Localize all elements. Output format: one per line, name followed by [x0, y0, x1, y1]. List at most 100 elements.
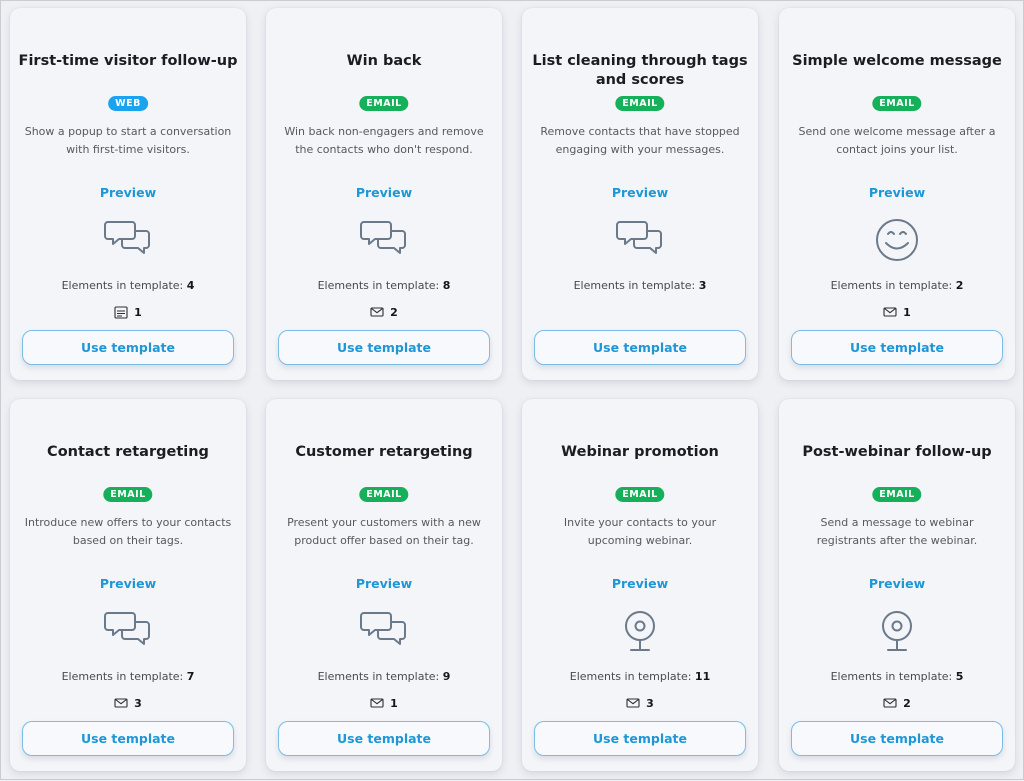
elements-label: Elements in template:	[61, 670, 184, 683]
template-title: Contact retargeting	[47, 444, 209, 460]
elements-value: 4	[186, 279, 195, 292]
envelope-icon	[883, 307, 897, 317]
use-template-button[interactable]: Use template	[278, 330, 490, 365]
envelope-icon	[626, 698, 640, 708]
use-template-button[interactable]: Use template	[22, 330, 234, 365]
template-meta: 3	[522, 697, 758, 710]
use-template-button[interactable]: Use template	[22, 721, 234, 756]
chat-bubbles-icon	[104, 612, 150, 645]
template-meta: 1	[266, 697, 502, 710]
elements-label: Elements in template:	[830, 279, 953, 292]
channel-badge: EMAIL	[103, 487, 153, 502]
template-description: Send a message to webinar registrants af…	[816, 516, 978, 547]
template-meta: 3	[10, 697, 246, 710]
elements-value: 7	[186, 670, 195, 683]
elements-label: Elements in template:	[317, 670, 440, 683]
elements-value: 8	[442, 279, 451, 292]
elements-count: Elements in template: 4	[10, 279, 246, 292]
smiley-icon	[876, 219, 918, 261]
elements-count: Elements in template: 2	[779, 279, 1015, 292]
template-title: List cleaning through tags and scores	[532, 53, 748, 88]
use-template-button[interactable]: Use template	[791, 330, 1003, 365]
template-title: Customer retargeting	[295, 444, 473, 460]
meta-count: 3	[134, 697, 142, 710]
elements-value: 2	[955, 279, 964, 292]
template-meta: 2	[266, 306, 502, 319]
template-title: Win back	[346, 53, 422, 69]
webcam-icon	[882, 611, 912, 651]
template-card: Simple welcome message EMAIL Send one welc…	[779, 8, 1015, 380]
template-description: Present your customers with a new produc…	[287, 516, 481, 547]
elements-count: Elements in template: 8	[266, 279, 502, 292]
chat-bubbles-icon	[104, 221, 150, 254]
use-template-button[interactable]: Use template	[278, 721, 490, 756]
preview-link[interactable]: Preview	[10, 185, 246, 200]
preview-link[interactable]: Preview	[266, 185, 502, 200]
template-title: First-time visitor follow-up	[18, 53, 238, 69]
template-meta: 2	[779, 697, 1015, 710]
template-card: Contact retargeting EMAIL Introduce new of…	[10, 399, 246, 771]
template-meta: 1	[10, 306, 246, 319]
elements-count: Elements in template: 11	[522, 670, 758, 683]
channel-badge: WEB	[108, 96, 148, 111]
preview-link[interactable]: Preview	[522, 185, 758, 200]
template-title: Simple welcome message	[792, 53, 1002, 69]
envelope-icon	[370, 698, 384, 708]
elements-label: Elements in template:	[317, 279, 440, 292]
chat-bubbles-icon	[616, 221, 662, 254]
envelope-icon	[370, 307, 384, 317]
template-card: Win back EMAIL Win back non-engagers and r…	[266, 8, 502, 380]
elements-label: Elements in template:	[569, 670, 692, 683]
meta-count: 1	[903, 306, 911, 319]
template-meta: 1	[779, 306, 1015, 319]
envelope-icon	[114, 698, 128, 708]
elements-label: Elements in template:	[61, 279, 184, 292]
elements-label: Elements in template:	[830, 670, 953, 683]
meta-count: 1	[134, 306, 142, 319]
elements-value: 5	[955, 670, 964, 683]
channel-badge: EMAIL	[872, 96, 922, 111]
chat-bubbles-icon	[360, 221, 406, 254]
channel-badge: EMAIL	[359, 487, 409, 502]
channel-badge: EMAIL	[615, 487, 665, 502]
template-card: Post-webinar follow-up EMAIL Send a messag…	[779, 399, 1015, 771]
envelope-icon	[883, 698, 897, 708]
elements-value: 9	[442, 670, 451, 683]
meta-count: 2	[390, 306, 398, 319]
preview-link[interactable]: Preview	[779, 576, 1015, 591]
webcam-icon	[625, 611, 655, 651]
use-template-button[interactable]: Use template	[534, 721, 746, 756]
preview-link[interactable]: Preview	[10, 576, 246, 591]
template-grid: First-time visitor follow-up WEB Show a po…	[1, 1, 1024, 781]
elements-value: 3	[698, 279, 707, 292]
template-description: Show a popup to start a conversation wit…	[24, 125, 232, 156]
template-card: First-time visitor follow-up WEB Show a po…	[10, 8, 246, 380]
preview-link[interactable]: Preview	[522, 576, 758, 591]
meta-count: 2	[903, 697, 911, 710]
preview-link[interactable]: Preview	[266, 576, 502, 591]
template-card: Webinar promotion EMAIL Invite your contac…	[522, 399, 758, 771]
channel-badge: EMAIL	[872, 487, 922, 502]
elements-value: 11	[694, 670, 711, 683]
use-template-button[interactable]: Use template	[534, 330, 746, 365]
use-template-button[interactable]: Use template	[791, 721, 1003, 756]
elements-count: Elements in template: 7	[10, 670, 246, 683]
template-description: Send one welcome message after a contact…	[798, 125, 996, 156]
elements-count: Elements in template: 5	[779, 670, 1015, 683]
elements-label: Elements in template:	[573, 279, 696, 292]
meta-count: 1	[390, 697, 398, 710]
template-title: Post-webinar follow-up	[802, 444, 992, 460]
template-description: Invite your contacts to your upcoming we…	[563, 516, 717, 547]
popup-form-icon	[114, 306, 128, 319]
template-card: Customer retargeting EMAIL Present your cu…	[266, 399, 502, 771]
template-title: Webinar promotion	[561, 444, 719, 460]
channel-badge: EMAIL	[615, 96, 665, 111]
meta-count: 3	[646, 697, 654, 710]
template-description: Win back non-engagers and remove the con…	[284, 125, 484, 156]
elements-count: Elements in template: 3	[522, 279, 758, 292]
chat-bubbles-icon	[360, 612, 406, 645]
template-description: Introduce new offers to your contacts ba…	[24, 516, 232, 547]
channel-badge: EMAIL	[359, 96, 409, 111]
preview-link[interactable]: Preview	[779, 185, 1015, 200]
elements-count: Elements in template: 9	[266, 670, 502, 683]
